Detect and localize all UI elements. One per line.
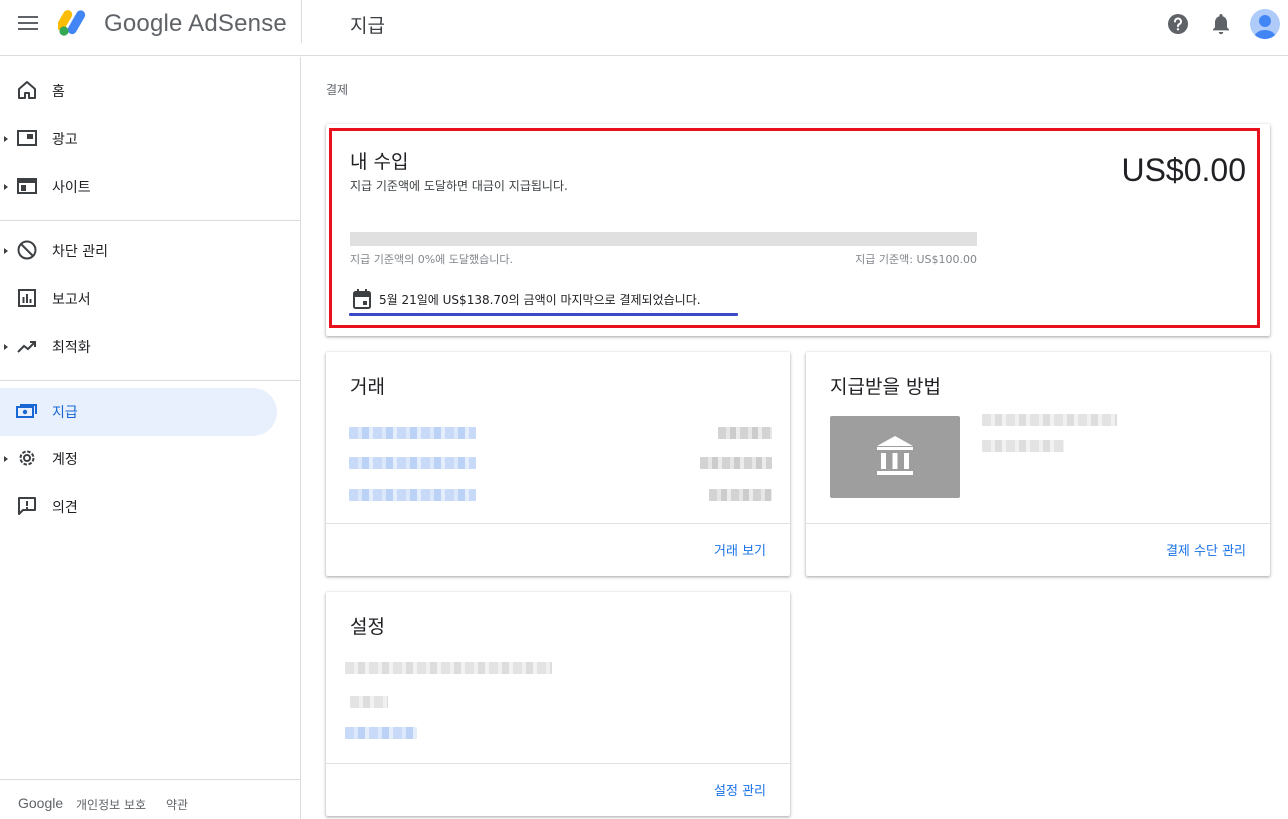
transactions-title: 거래 — [350, 376, 385, 398]
sidebar: 홈 광고 사이트 차단 관리 보고서 최적화 지급 계정 의견 Google 개… — [0, 57, 301, 819]
sidebar-item-label: 의견 — [52, 500, 78, 516]
bank-icon — [877, 436, 913, 475]
sidebar-item-feedback[interactable]: 의견 — [0, 483, 277, 531]
earnings-amount: US$0.00 — [1121, 152, 1246, 188]
payment-threshold: 지급 기준액: US$100.00 — [855, 253, 977, 266]
redacted-text — [345, 662, 552, 674]
ads-icon — [17, 130, 37, 146]
trending-icon — [17, 341, 36, 353]
sidebar-item-label: 광고 — [52, 132, 78, 148]
redacted-text — [700, 457, 772, 469]
settings-card: 설정 설정 관리 — [326, 592, 790, 816]
sidebar-item-label: 보고서 — [52, 292, 91, 308]
footer-google-logo: Google — [18, 795, 64, 811]
sidebar-item-label: 계정 — [52, 452, 78, 468]
redacted-text — [982, 414, 1117, 426]
earnings-subtitle: 지급 기준액에 도달하면 대금이 지급됩니다. — [350, 179, 568, 193]
redacted-text — [350, 696, 388, 708]
sidebar-item-label: 사이트 — [52, 180, 91, 196]
notifications-icon[interactable] — [1211, 13, 1231, 35]
redacted-text — [349, 427, 476, 439]
expand-caret-icon — [4, 456, 8, 462]
card-divider — [806, 523, 1270, 524]
sidebar-item-reports[interactable]: 보고서 — [0, 275, 277, 323]
manage-payment-methods-link[interactable]: 결제 수단 관리 — [1166, 540, 1246, 559]
expand-caret-icon — [4, 136, 8, 142]
view-transactions-link[interactable]: 거래 보기 — [714, 540, 766, 559]
card-divider — [326, 763, 790, 764]
progress-status: 지급 기준액의 0%에 도달했습니다. — [350, 253, 513, 266]
sidebar-item-blocking-controls[interactable]: 차단 관리 — [0, 227, 277, 275]
manage-settings-link[interactable]: 설정 관리 — [714, 780, 766, 799]
sidebar-item-account[interactable]: 계정 — [0, 435, 277, 483]
top-app-bar: Google AdSense 지급 — [0, 0, 1288, 56]
menu-icon[interactable] — [18, 16, 38, 32]
redacted-text — [345, 727, 417, 739]
sidebar-item-label: 최적화 — [52, 340, 91, 356]
settings-title: 설정 — [350, 616, 385, 638]
header-divider — [301, 0, 302, 43]
sidebar-item-payments[interactable]: 지급 — [0, 388, 277, 436]
page-title: 지급 — [350, 15, 385, 37]
redacted-text — [718, 427, 772, 439]
payment-method-card: 지급받을 방법 결제 수단 관리 — [806, 352, 1270, 576]
sidebar-item-optimization[interactable]: 최적화 — [0, 323, 277, 371]
calendar-icon — [353, 289, 371, 309]
account-avatar[interactable] — [1250, 9, 1280, 39]
reports-icon — [18, 289, 36, 307]
sites-icon — [17, 178, 37, 194]
redacted-text — [982, 440, 1064, 452]
expand-caret-icon — [4, 184, 8, 190]
underline-annotation — [349, 313, 738, 316]
sidebar-item-label: 차단 관리 — [52, 244, 108, 260]
redacted-text — [709, 489, 772, 501]
brand-name: Google AdSense — [104, 10, 287, 37]
sidebar-item-ads[interactable]: 광고 — [0, 115, 277, 163]
earnings-title: 내 수입 — [350, 151, 409, 173]
sidebar-divider — [0, 380, 301, 381]
transactions-card: 거래 거래 보기 — [326, 352, 790, 576]
help-icon[interactable] — [1167, 13, 1189, 35]
terms-link[interactable]: 약관 — [166, 796, 188, 813]
block-icon — [17, 240, 37, 260]
payment-method-title: 지급받을 방법 — [830, 376, 941, 398]
sidebar-footer: Google 개인정보 보호 약관 — [0, 779, 301, 819]
privacy-link[interactable]: 개인정보 보호 — [76, 796, 146, 813]
home-icon — [18, 81, 36, 99]
sidebar-divider — [0, 220, 301, 221]
expand-caret-icon — [4, 248, 8, 254]
expand-caret-icon — [4, 344, 8, 350]
sidebar-item-label: 지급 — [52, 405, 78, 421]
sidebar-item-label: 홈 — [52, 84, 65, 100]
last-payment-text: 5월 21일에 US$138.70의 금액이 마지막으로 결제되었습니다. — [379, 293, 701, 307]
threshold-progress-bar — [350, 232, 977, 246]
bank-icon-tile — [830, 416, 960, 498]
breadcrumb[interactable]: 결제 — [326, 81, 348, 98]
card-divider — [326, 523, 790, 524]
earnings-card: 내 수입 지급 기준액에 도달하면 대금이 지급됩니다. US$0.00 지급 … — [326, 124, 1270, 336]
feedback-icon — [18, 497, 36, 515]
sidebar-item-home[interactable]: 홈 — [0, 67, 277, 115]
payments-icon — [16, 404, 37, 418]
sidebar-item-sites[interactable]: 사이트 — [0, 163, 277, 211]
adsense-logo — [58, 10, 86, 36]
redacted-text — [349, 457, 476, 469]
gear-icon — [19, 450, 35, 466]
redacted-text — [349, 489, 476, 501]
